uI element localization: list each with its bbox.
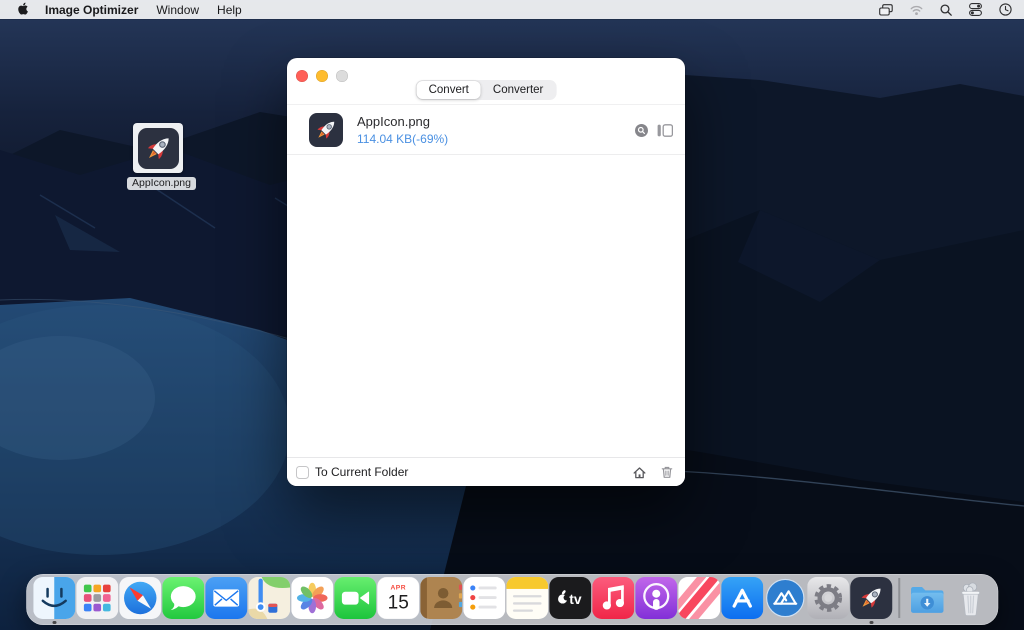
file-name: AppIcon.png: [357, 114, 448, 129]
minimize-button[interactable]: [316, 70, 328, 82]
zoom-button-disabled: [336, 70, 348, 82]
compare-view-icon[interactable]: [657, 124, 673, 137]
clear-list-trash-icon[interactable]: [660, 465, 674, 479]
mode-segmented-control: Convert Converter: [416, 80, 557, 100]
dock-item-photos[interactable]: [291, 577, 333, 619]
rocket-app-icon: [138, 128, 179, 169]
preview-magnifier-icon[interactable]: [635, 124, 648, 137]
windows-mirror-icon[interactable]: [879, 4, 893, 16]
file-row[interactable]: AppIcon.png 114.04 KB(-69%): [287, 106, 685, 155]
desktop-file-thumbnail[interactable]: [133, 123, 183, 173]
control-center-icon[interactable]: [969, 3, 982, 16]
dock-item-tv[interactable]: tv: [549, 577, 591, 619]
dock-item-image-viewer[interactable]: [764, 577, 806, 619]
dock-item-reminders[interactable]: [463, 577, 505, 619]
traffic-lights: [296, 70, 348, 82]
tab-converter[interactable]: Converter: [481, 81, 556, 99]
window-footer: To Current Folder: [287, 457, 685, 486]
dock-item-downloads-folder[interactable]: [906, 577, 948, 619]
dock-item-launchpad[interactable]: [76, 577, 118, 619]
desktop-file-label: AppIcon.png: [127, 177, 196, 190]
home-folder-icon[interactable]: [632, 465, 647, 480]
apple-menu-icon[interactable]: [16, 2, 29, 17]
dock-item-trash[interactable]: [949, 577, 991, 619]
menu-help[interactable]: Help: [217, 3, 242, 17]
to-current-folder-label: To Current Folder: [315, 465, 408, 479]
dock-item-system-preferences[interactable]: [807, 577, 849, 619]
dock-item-facetime[interactable]: [334, 577, 376, 619]
tab-convert[interactable]: Convert: [417, 81, 481, 99]
desktop: Image Optimizer Window Help: [0, 0, 1024, 630]
file-list: AppIcon.png 114.04 KB(-69%): [287, 106, 685, 457]
menu-app-name[interactable]: Image Optimizer: [45, 3, 138, 17]
dock-item-safari[interactable]: [119, 577, 161, 619]
file-thumbnail-rocket-icon: [309, 113, 343, 147]
wifi-icon[interactable]: [910, 4, 923, 16]
dock-item-notes[interactable]: [506, 577, 548, 619]
dock-item-image-optimizer[interactable]: [850, 577, 892, 619]
dock: APR 15: [26, 574, 998, 625]
file-size-savings: 114.04 KB(-69%): [357, 132, 448, 146]
spotlight-search-icon[interactable]: [940, 4, 952, 16]
dock-item-podcasts[interactable]: [635, 577, 677, 619]
image-optimizer-window: Convert Converter AppIcon.png 114.04 KB(…: [287, 58, 685, 486]
clock-icon[interactable]: [999, 3, 1012, 16]
menu-window[interactable]: Window: [156, 3, 199, 17]
dock-item-messages[interactable]: [162, 577, 204, 619]
tv-logo-text: tv: [569, 591, 582, 607]
dock-item-maps[interactable]: [248, 577, 290, 619]
dock-separator: [898, 578, 900, 618]
menu-bar: Image Optimizer Window Help: [0, 0, 1024, 19]
dock-item-mail[interactable]: [205, 577, 247, 619]
window-titlebar[interactable]: Convert Converter: [287, 58, 685, 105]
dock-item-calendar[interactable]: APR 15: [377, 577, 419, 619]
dock-item-finder[interactable]: [33, 577, 75, 619]
dock-item-news[interactable]: [678, 577, 720, 619]
dock-item-music[interactable]: [592, 577, 634, 619]
to-current-folder-checkbox[interactable]: [296, 466, 309, 479]
calendar-day: 15: [388, 593, 409, 614]
dock-item-contacts[interactable]: [420, 577, 462, 619]
dock-item-app-store[interactable]: [721, 577, 763, 619]
close-button[interactable]: [296, 70, 308, 82]
calendar-month: APR: [390, 584, 406, 591]
desktop-file-appicon[interactable]: AppIcon.png: [127, 123, 189, 191]
